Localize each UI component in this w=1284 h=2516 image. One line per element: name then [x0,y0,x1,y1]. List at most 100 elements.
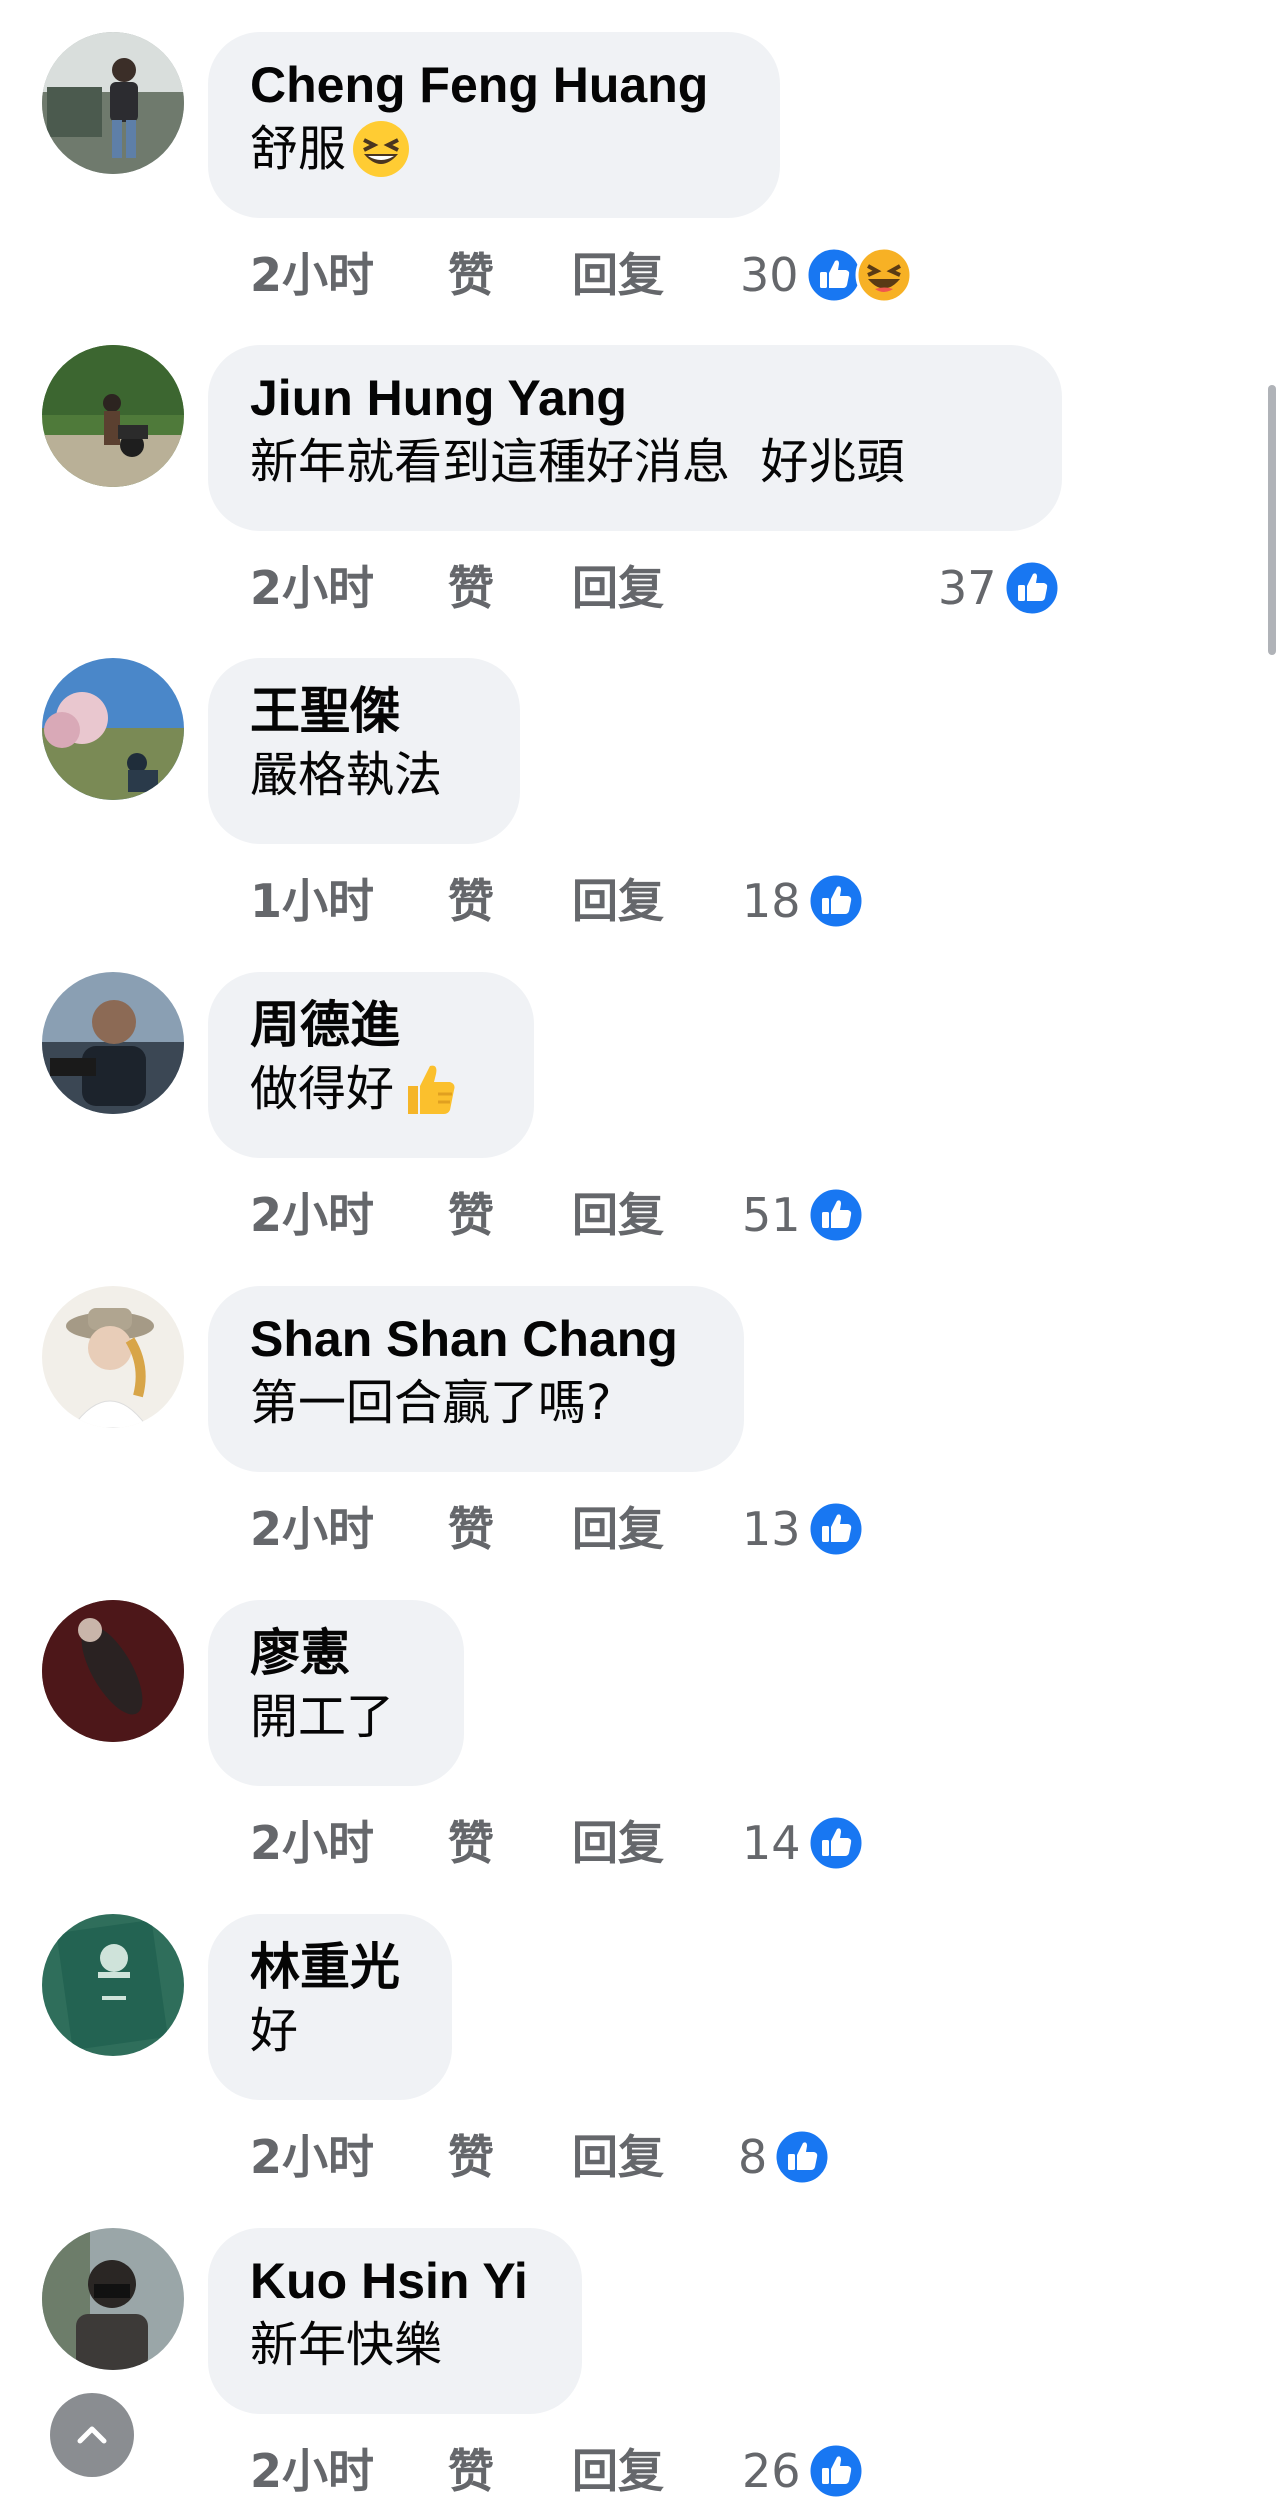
comment-bubble: 周德進 做得好 [208,972,534,1158]
reaction-count: 18 [742,874,801,928]
reply-button[interactable]: 回复 [572,553,664,623]
comment-bubble: 王聖傑 嚴格執法 [208,658,520,844]
like-button[interactable]: 赞 [448,1180,494,1250]
commenter-name[interactable]: 廖憲 [250,1622,422,1684]
comment-text-content: 舒服 [250,121,347,177]
comment-text-content: 好 [250,2003,299,2059]
like-button[interactable]: 赞 [448,2122,494,2192]
like-button[interactable]: 赞 [448,1808,494,1878]
comment-text-content: 嚴格執法 [250,747,443,803]
reaction-count: 37 [938,561,997,615]
comment-actions: 2小时 赞 回复 14 [0,1808,1284,1878]
comment-time[interactable]: 2小时 [250,1808,374,1878]
reaction-summary[interactable]: 13 [742,1494,865,1564]
like-reaction-icon [807,1186,865,1244]
reaction-count: 13 [742,1502,801,1556]
comment-text: 好 [250,1998,410,2064]
comment-text-content: 做得好 [250,1061,395,1117]
comment-bubble: Shan Shan Chang 第一回合贏了嗎? [208,1286,744,1472]
avatar[interactable] [42,1914,184,2056]
like-button[interactable]: 赞 [448,2436,494,2506]
comment-time[interactable]: 2小时 [250,240,374,310]
reaction-count: 51 [742,1188,801,1242]
like-reaction-icon [807,1500,865,1558]
comment-text: 第一回合贏了嗎? [250,1370,702,1436]
like-button[interactable]: 赞 [448,1494,494,1564]
commenter-name[interactable]: 王聖傑 [250,680,478,742]
comment-bubble: 林重光 好 [208,1914,452,2100]
comment-time[interactable]: 2小时 [250,553,374,623]
commenter-name[interactable]: 林重光 [250,1936,410,1998]
commenter-name[interactable]: 周德進 [250,994,492,1056]
reply-button[interactable]: 回复 [572,866,664,936]
comment-text-content: 第一回合贏了嗎? [250,1375,612,1431]
reaction-summary[interactable]: 14 [742,1808,865,1878]
comment-text: 做得好 [250,1056,492,1122]
like-button[interactable]: 赞 [448,240,494,310]
chevron-up-icon [77,2426,107,2444]
avatar[interactable] [42,2228,184,2370]
commenter-name[interactable]: Jiun Hung Yang [250,367,1020,429]
reaction-summary[interactable]: 26 [742,2436,865,2506]
scroll-to-top-button[interactable] [50,2393,134,2477]
like-button[interactable]: 赞 [448,866,494,936]
reply-button[interactable]: 回复 [572,2436,664,2506]
commenter-name[interactable]: Kuo Hsin Yi [250,2250,540,2312]
like-button[interactable]: 赞 [448,553,494,623]
comment-bubble: Kuo Hsin Yi 新年快樂 [208,2228,582,2414]
comment-text: 舒服 [250,116,738,182]
comment-actions: 2小时 赞 回复 13 [0,1494,1284,1564]
reaction-count: 26 [742,2444,801,2498]
comment-time[interactable]: 1小时 [250,866,374,936]
comment-text: 開工了 [250,1684,422,1750]
commenter-name[interactable]: Cheng Feng Huang [250,54,738,116]
thumbs-up-icon [408,1065,455,1114]
comment-actions: 1小时 赞 回复 18 [0,866,1284,936]
reaction-summary[interactable]: 37 [938,553,1061,623]
reply-button[interactable]: 回复 [572,1180,664,1250]
like-reaction-icon [773,2128,831,2186]
comment-text-content: 新年快樂 [250,2317,443,2373]
comment-actions: 2小时 赞 回复 51 [0,1180,1284,1250]
avatar[interactable] [42,1286,184,1428]
comment-text-content: 開工了 [250,1689,395,1745]
reaction-summary[interactable]: 51 [742,1180,865,1250]
grinning-squinting-face-icon [353,121,410,177]
like-reaction-icon [807,2442,865,2500]
haha-reaction-icon [855,246,913,304]
reply-button[interactable]: 回复 [572,1494,664,1564]
avatar[interactable] [42,32,184,174]
reaction-summary[interactable]: 8 [738,2122,831,2192]
avatar[interactable] [42,1600,184,1742]
comment-actions: 2小时 赞 回复 8 [0,2122,1284,2192]
comment-text: 新年就看到這種好消息 好兆頭 [250,429,1020,495]
comment-actions: 2小时 赞 回复 37 [0,553,1284,623]
avatar[interactable] [42,345,184,487]
reaction-summary[interactable]: 18 [742,866,865,936]
reaction-count: 30 [740,248,799,302]
like-reaction-icon [807,872,865,930]
reply-button[interactable]: 回复 [572,240,664,310]
avatar[interactable] [42,972,184,1114]
reaction-count: 14 [742,1816,801,1870]
comment-actions: 2小时 赞 回复 30 [0,240,1284,310]
comment-time[interactable]: 2小时 [250,2436,374,2506]
comment-time[interactable]: 2小时 [250,2122,374,2192]
comment-time[interactable]: 2小时 [250,1494,374,1564]
comment-bubble: 廖憲 開工了 [208,1600,464,1786]
reply-button[interactable]: 回复 [572,1808,664,1878]
like-reaction-icon [1003,559,1061,617]
avatar[interactable] [42,658,184,800]
comment-bubble: Jiun Hung Yang 新年就看到這種好消息 好兆頭 [208,345,1062,531]
scrollbar[interactable] [1268,385,1276,655]
reaction-summary[interactable]: 30 [740,240,913,310]
comment-actions: 2小时 赞 回复 26 [0,2436,1284,2506]
comment-time[interactable]: 2小时 [250,1180,374,1250]
comment-text: 嚴格執法 [250,742,478,808]
reply-button[interactable]: 回复 [572,2122,664,2192]
comment-bubble: Cheng Feng Huang 舒服 [208,32,780,218]
reaction-count: 8 [738,2130,768,2184]
commenter-name[interactable]: Shan Shan Chang [250,1308,702,1370]
comment-text-content: 新年就看到這種好消息 好兆頭 [250,434,905,490]
like-reaction-icon [807,1814,865,1872]
